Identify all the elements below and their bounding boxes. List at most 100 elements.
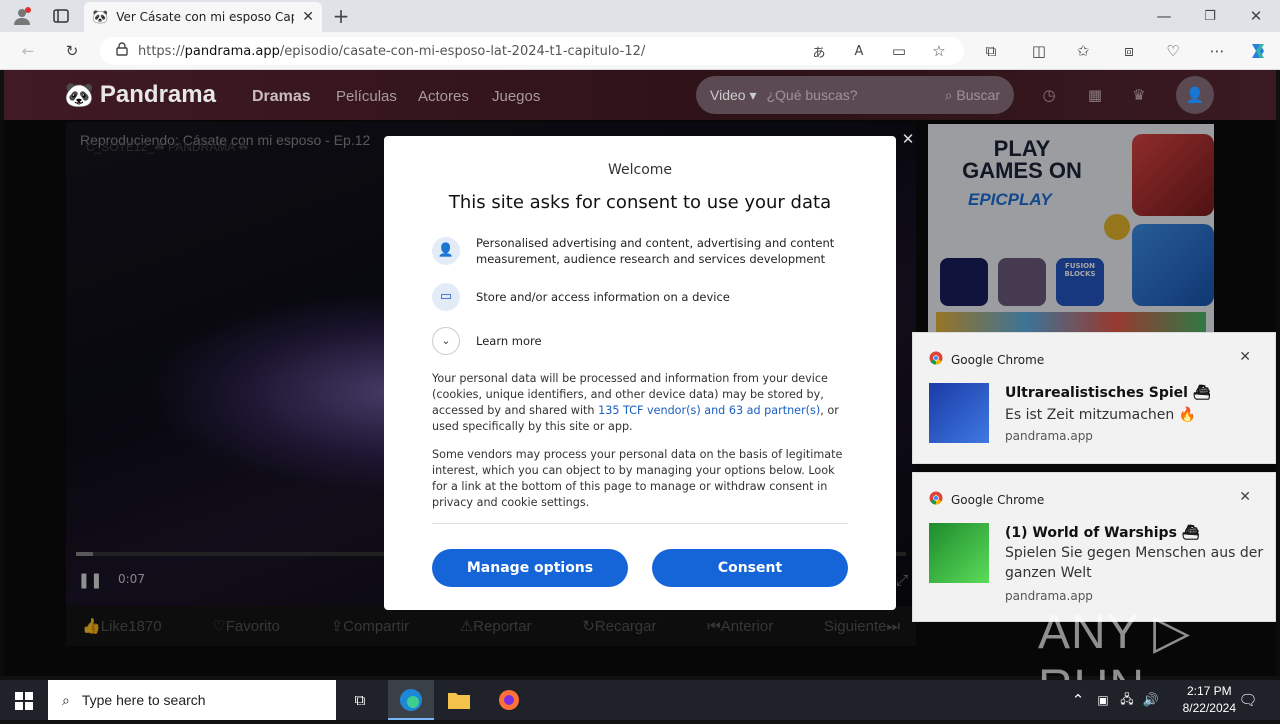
manage-options-button[interactable]: Manage options <box>432 549 628 587</box>
purpose-advertising: 👤 Personalised advertising and content, … <box>432 235 848 267</box>
search-type-label: Video <box>710 86 746 103</box>
collections-icon[interactable]: ⧈ <box>1118 41 1140 61</box>
history-icon[interactable]: ◷ <box>1038 84 1060 106</box>
nav-peliculas[interactable]: Películas <box>336 88 397 105</box>
consent-paragraph-1: Your personal data will be processed and… <box>432 371 848 435</box>
device-icon: ▭ <box>432 283 460 311</box>
notifications-icon[interactable]: 🗨 <box>1238 690 1258 710</box>
url-domain: pandrama.app <box>184 43 280 59</box>
purpose-device-storage-text: Store and/or access information on a dev… <box>476 290 730 304</box>
learn-more-toggle[interactable]: ⌄ Learn more <box>432 327 848 355</box>
taskbar-search-placeholder: Type here to search <box>81 692 206 708</box>
meet-now-icon[interactable]: ▣ <box>1094 690 1112 710</box>
back-icon[interactable]: ← <box>16 40 40 62</box>
notification-source: pandrama.app <box>1005 589 1093 603</box>
active-tab[interactable]: 🐼 Ver Cásate con mi esposo Capítul ✕ <box>84 2 322 32</box>
nav-juegos[interactable]: Juegos <box>492 88 540 105</box>
minimize-icon[interactable]: — <box>1152 6 1176 26</box>
favorites-icon[interactable]: ✩ <box>1072 41 1094 61</box>
clock-time: 2:17 PM <box>1186 684 1232 698</box>
task-view-icon[interactable]: ⧉ <box>348 689 372 711</box>
learn-more-label: Learn more <box>476 334 542 348</box>
purpose-device-storage: ▭ Store and/or access information on a d… <box>432 283 848 311</box>
profile-icon[interactable] <box>10 6 34 26</box>
search-button-label: Buscar <box>956 86 1000 103</box>
site-search-input[interactable]: ¿Qué buscas? <box>766 87 934 103</box>
consent-dialog: Welcome This site asks for consent to us… <box>384 136 896 610</box>
person-icon: 👤 <box>432 237 460 265</box>
tray-chevron-icon[interactable]: ⌃ <box>1070 690 1086 710</box>
notification-2[interactable]: Google Chrome ✕ (1) World of Warships ⛴ … <box>912 472 1276 622</box>
tab-title: Ver Cásate con mi esposo Capítul <box>116 10 294 24</box>
reload-icon[interactable]: ↻ <box>60 40 84 62</box>
notification-body: Spielen Sie gegen Menschen aus der ganze… <box>1005 545 1264 581</box>
taskbar-clock[interactable]: 2:17 PM 8/22/2024 <box>1183 683 1236 717</box>
reader-view-icon[interactable]: ▭ <box>888 41 910 61</box>
notification-source: pandrama.app <box>1005 429 1093 443</box>
panda-logo-icon: 🐼 <box>64 81 94 109</box>
grid-icon[interactable]: ▦ <box>1084 84 1106 106</box>
favorite-star-icon[interactable]: ☆ <box>928 41 950 61</box>
chrome-icon <box>929 491 943 508</box>
notification-title: (1) World of Warships ⛴ <box>1005 525 1200 541</box>
panda-favicon-icon: 🐼 <box>92 9 109 25</box>
close-tab-icon[interactable]: ✕ <box>302 9 314 25</box>
consent-title: This site asks for consent to use your d… <box>448 192 832 213</box>
site-search: Video ▾ ¿Qué buscas? ⌕ Buscar <box>696 76 1014 114</box>
translate-icon[interactable]: あ <box>808 41 830 61</box>
windows-start-icon[interactable] <box>12 690 36 712</box>
close-notification-icon[interactable]: ✕ <box>1239 349 1251 365</box>
volume-icon[interactable]: 🔊 <box>1142 690 1160 710</box>
notification-body: Es ist Zeit mitzumachen 🔥 <box>1005 407 1197 423</box>
more-menu-icon[interactable]: ⋯ <box>1206 41 1228 61</box>
tab-actions-icon[interactable] <box>50 6 72 26</box>
warships-image <box>929 523 989 583</box>
file-explorer-icon[interactable] <box>446 688 472 712</box>
edge-icon <box>400 689 422 711</box>
notification-1[interactable]: Google Chrome ✕ Ultrarealistisches Spiel… <box>912 332 1276 464</box>
search-magnifier-icon: ⌕ <box>62 691 70 708</box>
crown-icon[interactable]: ♛ <box>1128 84 1150 106</box>
extensions-icon[interactable]: ⧉ <box>980 41 1002 61</box>
search-icon: ⌕ <box>944 86 953 103</box>
search-type-select[interactable]: Video ▾ <box>710 87 756 104</box>
notification-app: Google Chrome <box>929 351 1044 368</box>
network-icon[interactable]: 🖧 <box>1118 690 1136 710</box>
clock-date: 8/22/2024 <box>1182 701 1236 715</box>
close-window-icon[interactable]: ✕ <box>1244 6 1268 26</box>
url-text: https://pandrama.app/episodio/casate-con… <box>138 44 645 59</box>
vendors-link[interactable]: 135 TCF vendor(s) and 63 ad partner(s) <box>598 404 820 417</box>
nav-dramas[interactable]: Dramas <box>252 88 311 106</box>
firefox-icon[interactable] <box>496 688 522 712</box>
close-notification-icon[interactable]: ✕ <box>1239 489 1251 505</box>
divider <box>432 523 848 524</box>
performance-icon[interactable]: ♡ <box>1162 41 1184 61</box>
search-button[interactable]: ⌕ Buscar <box>945 87 1000 104</box>
consent-button[interactable]: Consent <box>652 549 848 587</box>
notification-app: Google Chrome <box>929 491 1044 508</box>
url-prefix: https:// <box>138 43 185 59</box>
url-path: /episodio/casate-con-mi-esposo-lat-2024-… <box>279 43 646 59</box>
nav-actores[interactable]: Actores <box>418 88 469 105</box>
purpose-advertising-text: Personalised advertising and content, ad… <box>476 236 835 266</box>
notification-app-name: Google Chrome <box>951 352 1045 367</box>
consent-welcome: Welcome <box>607 162 673 178</box>
site-logo-text: Pandrama <box>99 81 216 108</box>
split-screen-icon[interactable]: ◫ <box>1028 41 1050 61</box>
site-logo[interactable]: 🐼 Pandrama <box>64 80 216 110</box>
address-bar[interactable]: https://pandrama.app/episodio/casate-con… <box>100 37 964 65</box>
warships-image <box>929 383 989 443</box>
restore-icon[interactable]: ❐ <box>1198 6 1222 26</box>
user-avatar-icon[interactable]: 👤 <box>1176 76 1214 114</box>
new-tab-icon[interactable]: + <box>330 4 352 28</box>
close-overlay-icon[interactable]: ✕ <box>898 128 918 150</box>
chrome-icon <box>929 351 943 368</box>
edge-taskbar-button[interactable] <box>388 680 434 720</box>
lock-icon <box>116 42 128 60</box>
consent-paragraph-2: Some vendors may process your personal d… <box>432 448 843 509</box>
read-aloud-icon[interactable]: A <box>848 41 870 61</box>
copilot-icon[interactable] <box>1246 40 1270 62</box>
taskbar-search[interactable]: ⌕ Type here to search <box>48 680 336 720</box>
chevron-down-icon: ⌄ <box>432 327 460 355</box>
notification-app-name: Google Chrome <box>951 492 1045 507</box>
